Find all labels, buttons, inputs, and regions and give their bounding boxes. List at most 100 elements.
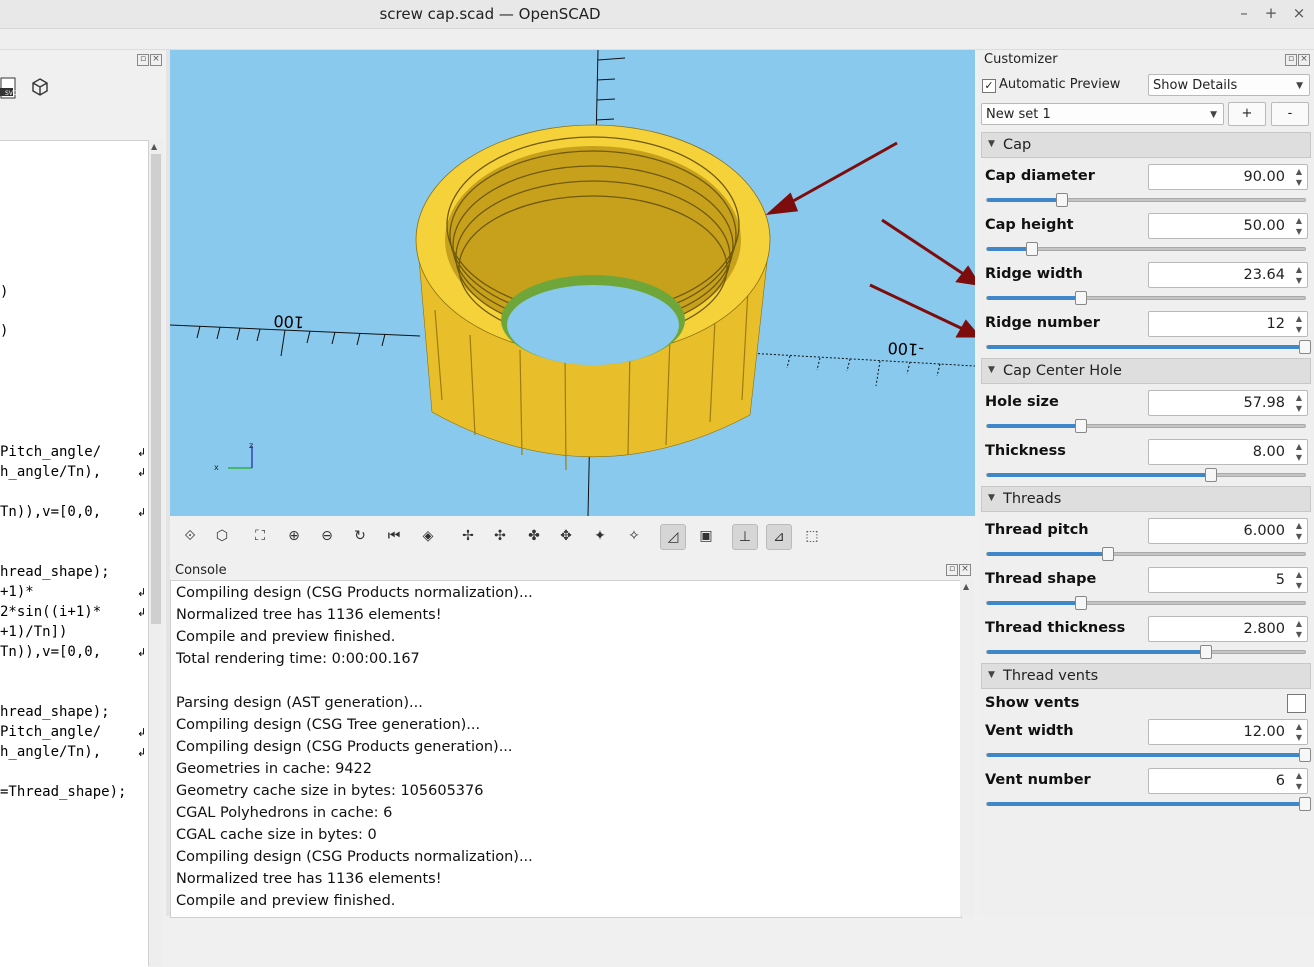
console-line: Compile and preview finished. — [176, 893, 396, 909]
zoom-out-icon[interactable]: ⊖ — [315, 524, 339, 548]
param-slider[interactable] — [986, 645, 1306, 659]
spin-arrows-icon[interactable]: ▲ ▼ — [1293, 520, 1305, 542]
console-scrollbar[interactable]: ▲ — [960, 580, 974, 916]
spin-arrows-icon[interactable]: ▲ ▼ — [1293, 166, 1305, 188]
scroll-up-icon[interactable]: ▲ — [963, 582, 969, 591]
show-vents-checkbox[interactable] — [1287, 694, 1306, 713]
section-header[interactable]: ▼ Cap — [981, 132, 1311, 158]
section-header[interactable]: ▼ Thread vents — [981, 663, 1311, 689]
param-spinbox[interactable]: 6 ▲ ▼ — [1148, 768, 1308, 794]
param-spinbox[interactable]: 5 ▲ ▼ — [1148, 567, 1308, 593]
spin-arrows-icon[interactable]: ▲ ▼ — [1293, 569, 1305, 591]
section-header[interactable]: ▼ Threads — [981, 486, 1311, 512]
slider-handle[interactable] — [1299, 748, 1311, 762]
float-icon[interactable]: ▫ — [946, 564, 958, 576]
param-spinbox[interactable]: 90.00 ▲ ▼ — [1148, 164, 1308, 190]
slider-handle[interactable] — [1299, 340, 1311, 354]
slider-handle[interactable] — [1055, 193, 1068, 207]
console-dock-buttons[interactable]: ▫ × — [945, 563, 971, 576]
3d-viewport[interactable]: 100 -100 x z — [170, 50, 975, 516]
view-right-icon[interactable]: ✢ — [456, 524, 480, 548]
preset-select[interactable]: New set 1 ▼ — [981, 103, 1224, 125]
view-all-button[interactable]: ⛶ — [248, 524, 272, 548]
spin-arrows-icon[interactable]: ▲ ▼ — [1293, 618, 1305, 640]
auto-preview-checkbox[interactable]: ✓ — [982, 79, 996, 93]
param-spinbox[interactable]: 12 ▲ ▼ — [1148, 311, 1308, 337]
section-header[interactable]: ▼ Cap Center Hole — [981, 358, 1311, 384]
show-axes-icon[interactable]: ⊥ — [732, 524, 758, 550]
slider-handle[interactable] — [1205, 468, 1218, 482]
close-icon[interactable]: × — [150, 54, 162, 66]
customizer-dock-buttons[interactable]: ▫ × — [1284, 53, 1310, 66]
details-select[interactable]: Show Details ▼ — [1148, 74, 1310, 96]
show-scale-icon[interactable]: ⊿ — [766, 524, 792, 550]
view-back-icon[interactable]: ✤ — [522, 524, 546, 548]
param-spinbox[interactable]: 57.98 ▲ ▼ — [1148, 390, 1308, 416]
maximize-button[interactable]: + — [1262, 4, 1280, 22]
close-icon[interactable]: × — [959, 564, 971, 576]
orthographic-icon[interactable]: ▣ — [694, 524, 718, 548]
spin-arrows-icon[interactable]: ▲ ▼ — [1293, 721, 1305, 743]
param-slider[interactable] — [986, 596, 1306, 610]
display-mode-icon[interactable]: ◈ — [416, 524, 440, 548]
console-line: Compile and preview finished. — [176, 629, 396, 645]
editor-dock-buttons[interactable]: ▫ × — [136, 53, 162, 66]
param-value: 8.00 — [1252, 444, 1285, 460]
slider-handle[interactable] — [1075, 419, 1088, 433]
editor-scrollbar[interactable]: ▲ — [148, 140, 163, 966]
slider-fill — [987, 247, 1032, 251]
float-icon[interactable]: ▫ — [1285, 54, 1297, 66]
param-slider[interactable] — [986, 748, 1311, 762]
spin-arrows-icon[interactable]: ▲ ▼ — [1293, 441, 1305, 463]
spin-arrows-icon[interactable]: ▲ ▼ — [1293, 313, 1305, 335]
param-slider[interactable] — [986, 547, 1306, 561]
param-spinbox[interactable]: 2.800 ▲ ▼ — [1148, 616, 1308, 642]
minimize-button[interactable]: – — [1235, 4, 1253, 22]
view-bottom-icon[interactable]: ✧ — [622, 524, 646, 548]
export-svg-button[interactable]: SVG — [0, 77, 18, 103]
perspective-icon[interactable]: ◿ — [660, 524, 686, 550]
spin-arrows-icon[interactable]: ▲ ▼ — [1293, 770, 1305, 792]
param-slider[interactable] — [986, 242, 1306, 256]
zoom-in-icon[interactable]: ⊕ — [282, 524, 306, 548]
param-spinbox[interactable]: 8.00 ▲ ▼ — [1148, 439, 1308, 465]
render-button[interactable]: ⬡ — [210, 524, 234, 548]
slider-handle[interactable] — [1025, 242, 1038, 256]
param-slider[interactable] — [986, 340, 1311, 354]
view-left-icon[interactable]: ✣ — [488, 524, 512, 548]
scroll-up-icon[interactable]: ▲ — [151, 142, 157, 151]
slider-handle[interactable] — [1200, 645, 1213, 659]
export-3d-button[interactable] — [30, 77, 50, 101]
param-slider[interactable] — [986, 291, 1306, 305]
spin-arrows-icon[interactable]: ▲ ▼ — [1293, 392, 1305, 414]
param-slider[interactable] — [986, 193, 1306, 207]
slider-handle[interactable] — [1074, 596, 1087, 610]
preview-button[interactable]: ⟐ — [178, 524, 202, 548]
screw-cap-model[interactable] — [415, 124, 771, 471]
remove-preset-button[interactable]: - — [1271, 102, 1309, 126]
show-edges-icon[interactable]: ⬚ — [800, 524, 824, 548]
param-spinbox[interactable]: 50.00 ▲ ▼ — [1148, 213, 1308, 239]
reset-view-icon[interactable]: ↻ — [348, 524, 372, 548]
view-front-icon[interactable]: ✥ — [554, 524, 578, 548]
editor-scroll-thumb[interactable] — [151, 154, 161, 624]
param-slider[interactable] — [986, 797, 1311, 811]
animate-icon[interactable]: ⏮ — [382, 524, 406, 548]
slider-handle[interactable] — [1101, 547, 1114, 561]
console-output[interactable]: Compiling design (CSG Products normaliza… — [170, 580, 962, 918]
slider-handle[interactable] — [1299, 797, 1311, 811]
param-spinbox[interactable]: 12.00 ▲ ▼ — [1148, 719, 1308, 745]
param-spinbox[interactable]: 23.64 ▲ ▼ — [1148, 262, 1308, 288]
spin-arrows-icon[interactable]: ▲ ▼ — [1293, 215, 1305, 237]
close-icon[interactable]: × — [1298, 54, 1310, 66]
float-icon[interactable]: ▫ — [137, 54, 149, 66]
param-slider[interactable] — [986, 468, 1306, 482]
spin-arrows-icon[interactable]: ▲ ▼ — [1293, 264, 1305, 286]
code-editor[interactable]: )) Pitch_angle/ ↲ h_angle/Tn), ↲ Tn)),v=[0,0,… — [0, 140, 148, 967]
view-top-icon[interactable]: ✦ — [588, 524, 612, 548]
param-spinbox[interactable]: 6.000 ▲ ▼ — [1148, 518, 1308, 544]
close-window-button[interactable]: × — [1290, 4, 1308, 22]
param-slider[interactable] — [986, 419, 1306, 433]
add-preset-button[interactable]: + — [1228, 102, 1266, 126]
slider-handle[interactable] — [1074, 291, 1087, 305]
